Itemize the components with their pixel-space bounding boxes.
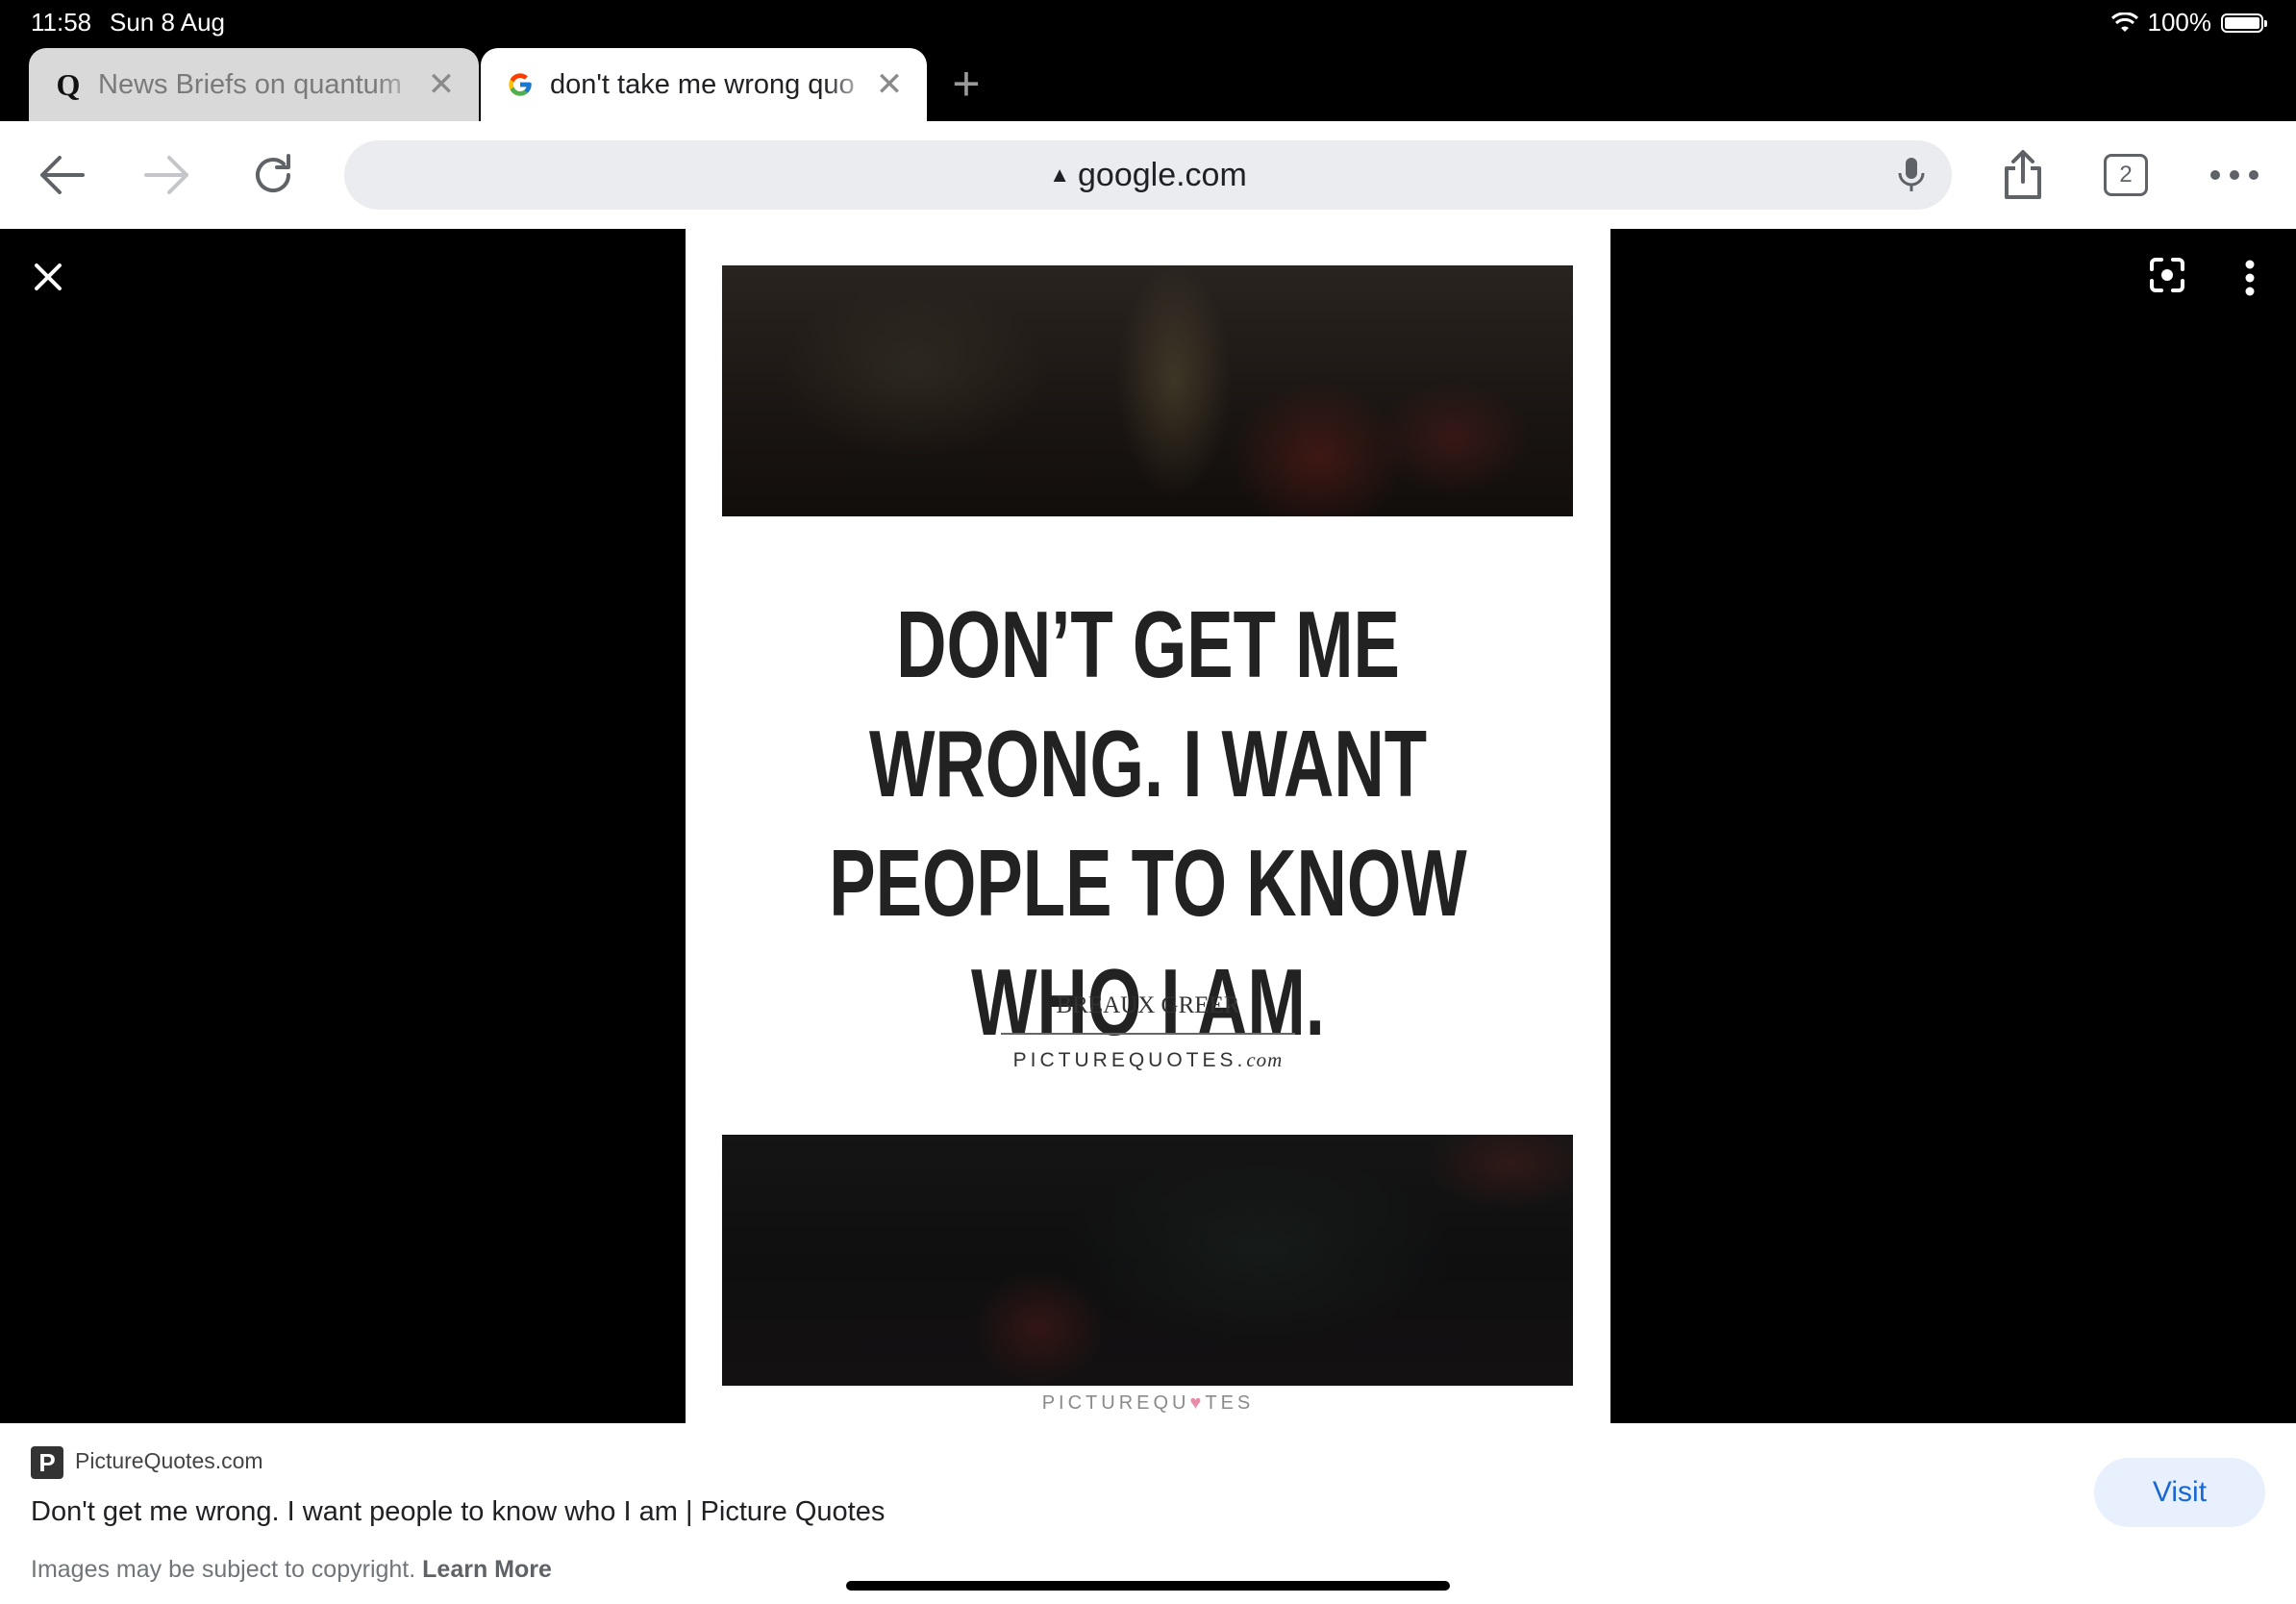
- visit-button[interactable]: Visit: [2094, 1458, 2265, 1527]
- quote-image[interactable]: DON’T GET ME WRONG. I WANT PEOPLE TO KNO…: [686, 229, 1610, 1423]
- quote-author: BREAUX GREER: [1056, 992, 1240, 1018]
- close-viewer-button[interactable]: [27, 256, 69, 298]
- status-date: Sun 8 Aug: [110, 8, 225, 37]
- more-horizontal-icon: [2210, 170, 2259, 180]
- tab-strip: Q News Briefs on quantum ✕ don't take me…: [0, 46, 2296, 121]
- more-menu-button[interactable]: [2206, 146, 2263, 204]
- arrow-right-icon: [144, 156, 188, 194]
- close-tab-icon[interactable]: ✕: [873, 66, 906, 103]
- copyright-notice: Images may be subject to copyright. Lear…: [31, 1556, 552, 1583]
- image-info-panel: P PictureQuotes.com Don't get me wrong. …: [0, 1423, 2296, 1604]
- quote-site-logo: PICTUREQUOTES.com: [1012, 1048, 1284, 1071]
- picturequotes-logo-icon: P: [31, 1446, 63, 1479]
- forward-button[interactable]: [138, 146, 196, 204]
- wifi-icon: [2110, 12, 2138, 32]
- url-text: google.com: [1078, 156, 1247, 193]
- status-time: 11:58: [31, 8, 92, 37]
- lens-search-button[interactable]: [2146, 254, 2188, 296]
- tab-title: News Briefs on quantum: [98, 68, 402, 100]
- share-button[interactable]: [1994, 146, 2052, 204]
- reload-button[interactable]: [244, 146, 302, 204]
- tab-google-search[interactable]: don't take me wrong quo ✕: [481, 48, 927, 121]
- google-favicon-icon: [504, 68, 537, 101]
- google-lens-icon: [2150, 258, 2184, 292]
- quote-text: DON’T GET ME WRONG. I WANT PEOPLE TO KNO…: [829, 591, 1467, 1055]
- heart-icon: ♥: [1189, 1392, 1206, 1414]
- divider: [1001, 1033, 1295, 1035]
- home-indicator[interactable]: [846, 1581, 1450, 1591]
- close-icon: [35, 263, 62, 290]
- learn-more-link[interactable]: Learn More: [422, 1556, 552, 1583]
- address-bar-url[interactable]: ▲ google.com: [344, 140, 1952, 210]
- microphone-icon: [1898, 158, 1925, 191]
- quora-favicon-icon: Q: [56, 66, 81, 102]
- arrow-left-icon: [40, 156, 85, 194]
- close-tab-icon[interactable]: ✕: [425, 66, 458, 103]
- photo-banner-top: [722, 265, 1573, 516]
- source-name[interactable]: PictureQuotes.com: [75, 1448, 263, 1474]
- browser-toolbar: ▲ google.com 2: [0, 121, 2296, 229]
- image-viewer: DON’T GET ME WRONG. I WANT PEOPLE TO KNO…: [0, 229, 2296, 1423]
- status-indicators: 100%: [2110, 8, 2267, 38]
- reload-icon: [256, 154, 290, 192]
- share-icon: [2005, 150, 2041, 199]
- photo-banner-bottom: [722, 1135, 1573, 1386]
- address-bar[interactable]: ▲ google.com: [344, 140, 1952, 210]
- watermark: PICTUREQU♥TES: [1041, 1392, 1255, 1414]
- tab-news-briefs[interactable]: Q News Briefs on quantum ✕: [29, 48, 479, 121]
- not-secure-warning-icon[interactable]: ▲: [1049, 163, 1070, 188]
- back-button[interactable]: [33, 146, 90, 204]
- battery-percent: 100%: [2147, 8, 2212, 37]
- tab-switcher-button[interactable]: 2: [2104, 154, 2148, 196]
- voice-search-button[interactable]: [1890, 154, 1933, 196]
- tab-title: don't take me wrong quo: [550, 68, 855, 100]
- status-bar: 11:58 Sun 8 Aug 100%: [0, 0, 2296, 46]
- battery-icon: [2221, 13, 2267, 33]
- viewer-more-button[interactable]: [2229, 254, 2271, 302]
- new-tab-button[interactable]: +: [942, 60, 990, 108]
- result-title-link[interactable]: Don't get me wrong. I want people to kno…: [31, 1496, 885, 1528]
- more-vertical-icon: [2245, 260, 2255, 296]
